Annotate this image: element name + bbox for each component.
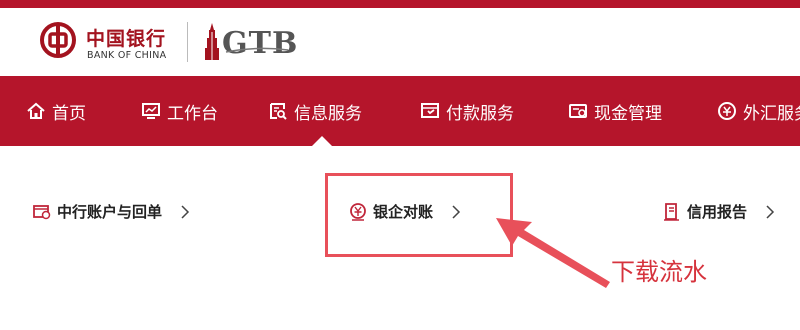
annotation-highlight-box	[325, 173, 513, 257]
subnav-item-account-receipts[interactable]: 中行账户与回单	[33, 201, 190, 222]
account-receipt-icon	[33, 204, 51, 219]
main-nav-bar: 首页 工作台 信息服务 付款服务 现金管理 外汇服	[0, 76, 800, 146]
chevron-right-icon	[181, 204, 190, 219]
boc-tower-icon	[205, 23, 219, 60]
nav-item-label: 信息服务	[294, 103, 362, 124]
cash-management-icon	[569, 104, 587, 118]
bank-of-china-logo-icon[interactable]	[40, 22, 76, 58]
top-accent-strip	[0, 0, 800, 8]
annotation-arrow-icon	[496, 218, 610, 288]
nav-item-label: 现金管理	[594, 103, 662, 124]
brand-name-en: BANK OF CHINA	[87, 50, 167, 61]
home-icon	[27, 102, 45, 119]
nav-item-payment-services[interactable]: 付款服务	[420, 76, 514, 146]
info-search-icon	[270, 103, 287, 120]
subnav-item-label: 信用报告	[687, 203, 748, 221]
gtb-swoosh-icon	[225, 47, 289, 53]
brand-name-cn: 中国银行	[86, 28, 167, 50]
active-nav-caret	[312, 136, 332, 146]
nav-item-label: 首页	[52, 103, 86, 124]
nav-item-label: 外汇服务	[743, 103, 800, 124]
nav-item-cash-management[interactable]: 现金管理	[568, 76, 662, 146]
nav-item-home[interactable]: 首页	[26, 76, 86, 146]
logo-divider	[187, 22, 188, 62]
subnav-item-credit-report[interactable]: 信用报告	[663, 201, 775, 222]
monitor-icon	[142, 103, 160, 119]
nav-item-workbench[interactable]: 工作台	[141, 76, 218, 146]
nav-item-label: 付款服务	[446, 103, 514, 124]
annotation-label: 下载流水	[611, 258, 707, 286]
credit-report-icon	[664, 202, 679, 221]
payment-icon	[421, 103, 439, 118]
fx-icon	[718, 102, 736, 120]
subnav-item-label: 中行账户与回单	[57, 203, 163, 221]
header: 中国银行 BANK OF CHINA GTB	[0, 8, 800, 76]
nav-item-label: 工作台	[167, 103, 218, 124]
chevron-right-icon	[766, 204, 775, 219]
nav-item-fx-services[interactable]: 外汇服务	[717, 76, 800, 146]
